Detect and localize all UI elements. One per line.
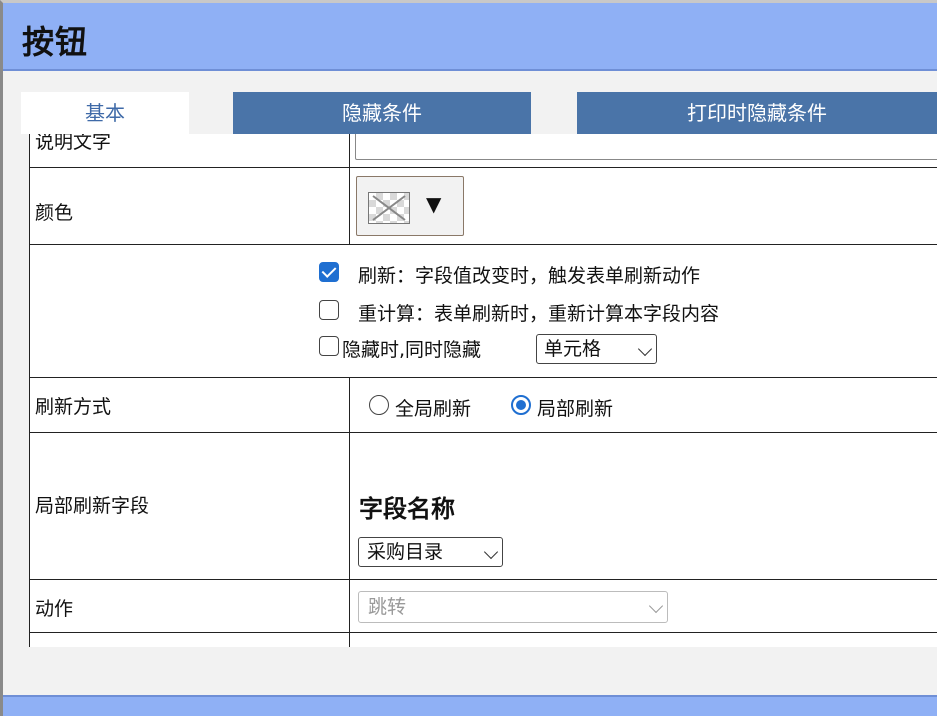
column-divider	[349, 168, 350, 244]
no-color-icon	[372, 195, 406, 221]
hide-label: 隐藏时,同时隐藏	[342, 339, 482, 361]
refresh-checkbox[interactable]	[319, 262, 339, 282]
color-swatch	[368, 192, 410, 224]
catalog-value: 采购目录	[367, 541, 444, 563]
row-partial-fields: 局部刷新字段 字段名称 采购目录	[29, 433, 937, 579]
column-divider	[349, 633, 350, 647]
partial-fields-label: 局部刷新字段	[35, 495, 150, 517]
dialog-title: 按钮	[22, 23, 89, 61]
column-divider	[349, 433, 350, 579]
description-input[interactable]	[355, 134, 937, 160]
title-bar: 按钮	[3, 3, 937, 71]
row-action: 动作 跳转	[29, 580, 937, 632]
partial-refresh-radio[interactable]	[511, 395, 531, 415]
dropdown-arrow-icon: ▼	[426, 192, 442, 216]
chevron-down-icon	[637, 341, 653, 357]
description-label: 说明文字	[35, 134, 112, 153]
column-divider	[349, 378, 350, 432]
global-refresh-label: 全局刷新	[395, 398, 472, 420]
hide-scope-value: 单元格	[544, 338, 602, 360]
properties-panel: 说明文字 颜色 ▼ 刷新：字段值改变时，触发表单刷新动作 重计算：表单刷新时，重…	[29, 134, 937, 647]
refresh-label: 刷新：字段值改变时，触发表单刷新动作	[358, 265, 701, 287]
color-label: 颜色	[35, 202, 74, 224]
global-refresh-radio[interactable]	[369, 395, 389, 415]
color-picker[interactable]: ▼	[356, 176, 464, 236]
recalc-label: 重计算：表单刷新时，重新计算本字段内容	[358, 303, 720, 325]
row-description: 说明文字	[29, 134, 937, 168]
tab-hide-conditions[interactable]: 隐藏条件	[233, 92, 531, 134]
tab-print-hide-conditions[interactable]: 打印时隐藏条件	[577, 92, 937, 134]
action-label: 动作	[35, 598, 74, 620]
bottom-bar	[3, 695, 937, 716]
action-value: 跳转	[368, 596, 407, 618]
tab-basic[interactable]: 基本	[21, 92, 189, 134]
row-refresh-mode: 刷新方式 全局刷新 局部刷新	[29, 378, 937, 432]
row-color: 颜色 ▼	[29, 168, 937, 244]
partial-refresh-label: 局部刷新	[537, 398, 614, 420]
tab-bar: 基本 隐藏条件 打印时隐藏条件	[0, 92, 937, 134]
recalc-checkbox[interactable]	[319, 300, 339, 320]
action-select[interactable]: 跳转	[358, 591, 668, 623]
field-name-heading: 字段名称	[359, 495, 455, 523]
chevron-down-icon	[648, 598, 664, 614]
chevron-down-icon	[483, 544, 499, 560]
row-options: 刷新：字段值改变时，触发表单刷新动作 重计算：表单刷新时，重新计算本字段内容 隐…	[29, 245, 937, 377]
column-divider	[349, 580, 350, 632]
refresh-mode-label: 刷新方式	[35, 396, 112, 418]
row-divider	[29, 632, 937, 633]
hide-checkbox[interactable]	[319, 336, 339, 356]
hide-scope-select[interactable]: 单元格	[536, 334, 657, 364]
catalog-select[interactable]: 采购目录	[358, 537, 503, 567]
